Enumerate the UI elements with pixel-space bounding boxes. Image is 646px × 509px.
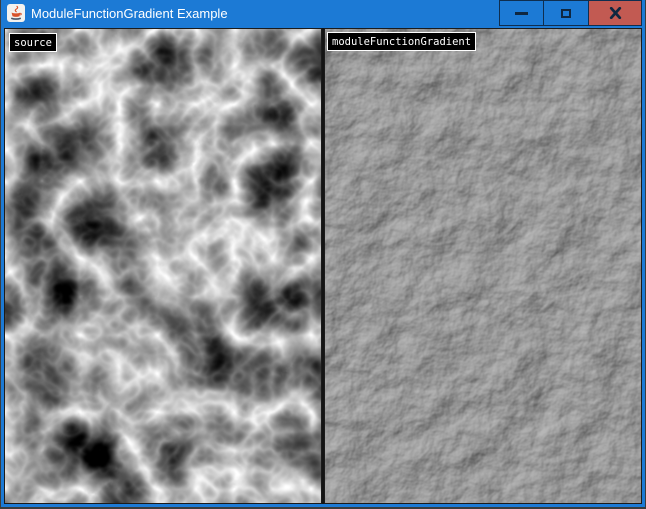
gradient-image-label: moduleFunctionGradient — [327, 32, 476, 51]
java-coffee-cup-icon — [7, 4, 25, 22]
titlebar[interactable]: ModuleFunctionGradient Example — [1, 0, 645, 28]
close-x-icon — [609, 7, 622, 19]
window-controls — [499, 0, 642, 26]
maximize-square-icon — [561, 9, 571, 18]
minimize-dash-icon — [515, 12, 528, 15]
source-image-panel: source — [4, 28, 322, 504]
maximize-button[interactable] — [544, 0, 589, 26]
minimize-button[interactable] — [499, 0, 544, 26]
window-title: ModuleFunctionGradient Example — [31, 0, 228, 28]
source-image-label: source — [9, 33, 57, 52]
content-area: source — [4, 28, 642, 504]
source-noise-image — [4, 28, 322, 504]
app-window: ModuleFunctionGradient Example — [1, 0, 645, 507]
module-function-gradient-image — [324, 28, 642, 504]
close-button[interactable] — [589, 0, 642, 26]
gradient-image-panel: moduleFunctionGradient — [324, 28, 642, 504]
